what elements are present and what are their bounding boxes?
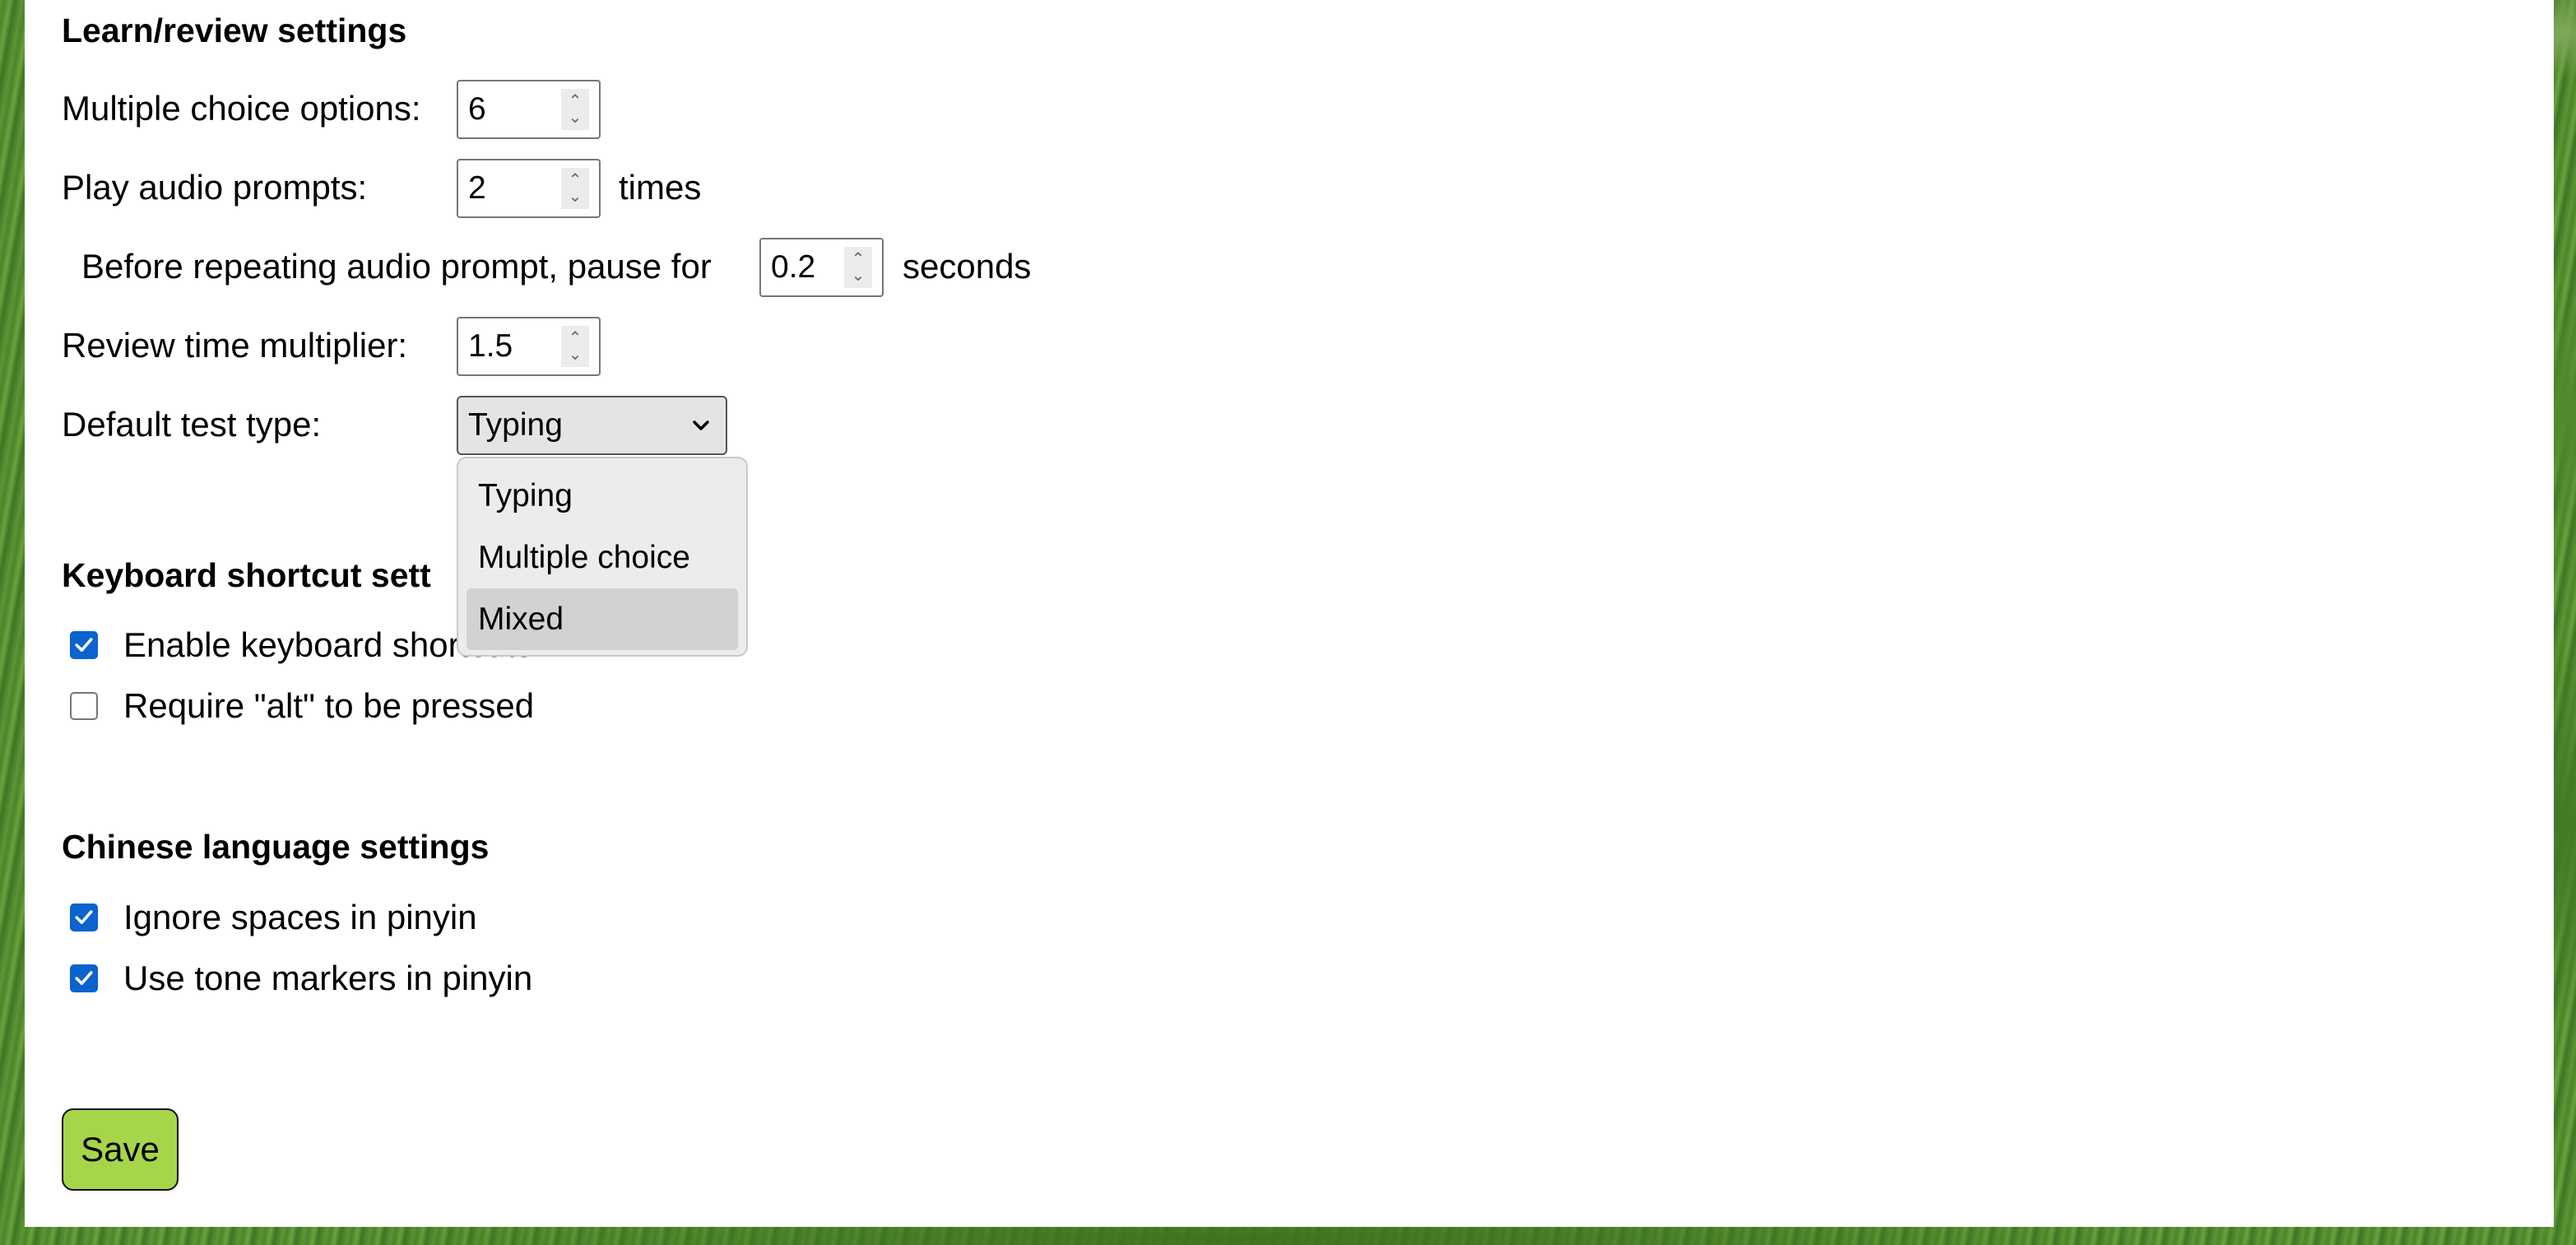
tone-markers-label: Use tone markers in pinyin — [123, 959, 533, 997]
multiple-choice-options-label: Multiple choice options: — [62, 89, 421, 128]
multiple-choice-options-value: 6 — [468, 91, 486, 127]
pause-seconds-input[interactable]: 0.2 ⌃ ⌄ — [759, 238, 884, 297]
chevron-down-icon — [693, 420, 709, 430]
require-alt-label: Require "alt" to be pressed — [123, 686, 535, 725]
ignore-spaces-checkbox[interactable] — [70, 904, 98, 931]
pause-seconds-value: 0.2 — [771, 249, 816, 285]
tone-markers-checkbox[interactable] — [70, 964, 98, 992]
review-multiplier-value: 1.5 — [468, 328, 513, 364]
dropdown-option-typing[interactable]: Typing — [466, 465, 738, 527]
learn-review-section-title: Learn/review settings — [62, 12, 407, 49]
dropdown-option-mixed[interactable]: Mixed — [466, 588, 738, 650]
save-button[interactable]: Save — [62, 1108, 179, 1191]
pause-label: Before repeating audio prompt, pause for — [81, 247, 712, 286]
dropdown-option-multiple-choice[interactable]: Multiple choice — [466, 527, 738, 588]
up-down-arrows-icon[interactable]: ⌃ ⌄ — [844, 247, 872, 288]
ignore-spaces-label: Ignore spaces in pinyin — [123, 898, 477, 936]
pause-unit: seconds — [903, 247, 1032, 286]
up-down-arrows-icon[interactable]: ⌃ ⌄ — [561, 168, 589, 209]
audio-prompts-label: Play audio prompts: — [62, 168, 368, 207]
review-multiplier-input[interactable]: 1.5 ⌃ ⌄ — [457, 317, 601, 376]
default-test-type-selected: Typing — [468, 407, 563, 443]
up-down-arrows-icon[interactable]: ⌃ ⌄ — [561, 89, 589, 130]
keyboard-section-title: Keyboard shortcut sett — [62, 556, 431, 594]
require-alt-checkbox[interactable] — [70, 692, 98, 720]
test-type-dropdown-list: Typing Multiple choice Mixed — [457, 457, 748, 657]
multiple-choice-options-input[interactable]: 6 ⌃ ⌄ — [457, 80, 601, 139]
checkmark-icon — [75, 910, 93, 924]
audio-prompts-unit: times — [619, 168, 702, 207]
review-multiplier-label: Review time multiplier: — [62, 326, 408, 365]
checkmark-icon — [75, 971, 93, 985]
chinese-section-title: Chinese language settings — [62, 828, 490, 866]
audio-prompts-value: 2 — [468, 170, 486, 206]
checkmark-icon — [75, 638, 93, 652]
audio-prompts-input[interactable]: 2 ⌃ ⌄ — [457, 159, 601, 218]
settings-panel — [25, 0, 2554, 1227]
default-test-type-label: Default test type: — [62, 405, 322, 444]
enable-shortcuts-checkbox[interactable] — [70, 631, 98, 659]
up-down-arrows-icon[interactable]: ⌃ ⌄ — [561, 326, 589, 367]
default-test-type-select[interactable]: Typing — [457, 396, 727, 455]
